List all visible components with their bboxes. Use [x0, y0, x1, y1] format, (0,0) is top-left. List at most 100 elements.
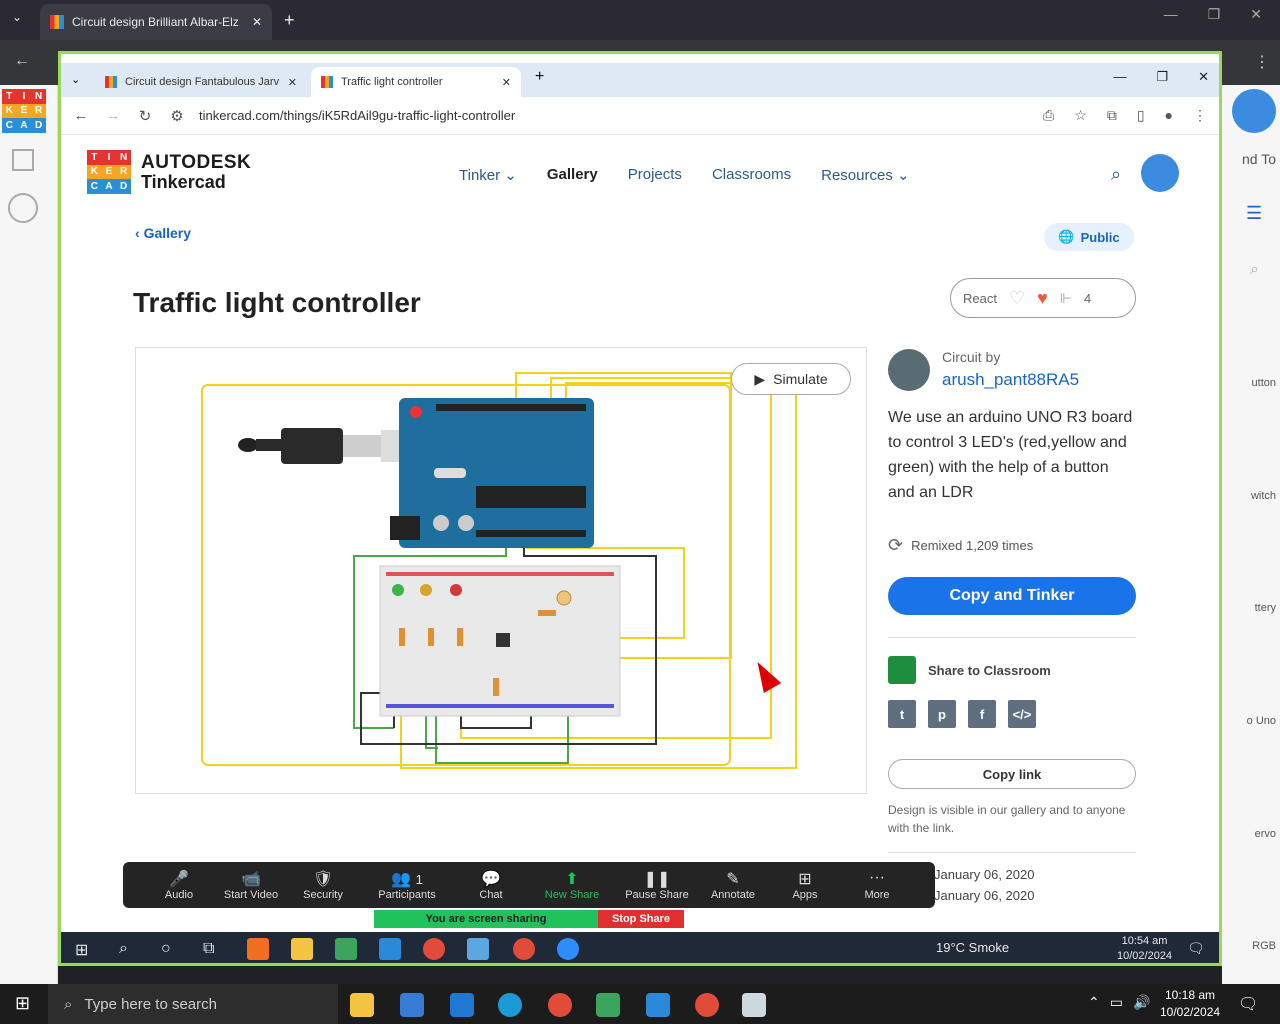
simulate-button[interactable]: ▶ Simulate — [731, 363, 851, 395]
clock[interactable]: 10:54 am 10/02/2024 — [1117, 934, 1172, 963]
volume-icon[interactable]: 🔊 — [1133, 994, 1150, 1011]
outer-tab[interactable]: Circuit design Brilliant Albar-Elz ✕ — [40, 4, 272, 40]
annotate-button[interactable]: ✎ Annotate — [697, 869, 769, 901]
file-explorer-icon[interactable] — [291, 938, 313, 960]
clock[interactable]: 10:18 am 10/02/2024 — [1160, 987, 1220, 1021]
minimize-icon[interactable]: — — [1164, 6, 1178, 23]
notifications-icon[interactable]: 🗨 — [1238, 994, 1258, 1014]
nav-classrooms[interactable]: Classrooms — [712, 166, 791, 184]
new-tab-button[interactable]: + — [284, 10, 295, 31]
sharing-status[interactable]: You are screen sharing — [374, 910, 598, 928]
component-label[interactable]: ervo — [1222, 828, 1280, 840]
maximize-icon[interactable]: ❐ — [1208, 6, 1221, 23]
tab-search-icon[interactable]: ⌄ — [12, 10, 22, 24]
profile-icon[interactable]: ● — [1165, 107, 1173, 124]
audio-button[interactable]: 🎤 Audio — [143, 869, 215, 901]
security-button[interactable]: 🛡 Security — [287, 869, 359, 901]
site-info-icon[interactable]: ⚙ — [161, 107, 193, 125]
component-label[interactable]: o Uno — [1222, 715, 1280, 727]
back-to-gallery-link[interactable]: ‹ Gallery — [135, 225, 191, 241]
heart-outline-icon[interactable]: ♡ — [1009, 288, 1025, 309]
chrome-icon[interactable] — [513, 938, 535, 960]
zoom-icon[interactable] — [557, 938, 579, 960]
component-label[interactable]: RGB — [1222, 940, 1280, 952]
facebook-icon[interactable]: f — [968, 700, 996, 728]
menu-icon[interactable]: ⋮ — [1254, 52, 1270, 72]
component-label[interactable]: witch — [1222, 490, 1280, 502]
weather[interactable]: 19°C Smoke — [936, 940, 1009, 955]
extensions-icon[interactable]: ⧉ — [1107, 107, 1117, 124]
nav-tinker[interactable]: Tinker ⌄ — [459, 166, 517, 184]
search-icon[interactable]: ⌕ — [119, 940, 128, 958]
embed-icon[interactable]: </> — [1008, 700, 1036, 728]
menu-icon[interactable]: ⋮ — [1193, 107, 1207, 124]
chrome-icon[interactable] — [695, 993, 719, 1017]
search-icon[interactable]: ⌕ — [1111, 164, 1121, 185]
cortana-icon[interactable]: ○ — [161, 940, 171, 958]
heart-icon[interactable]: ♥ — [1037, 288, 1048, 309]
more-button[interactable]: ··· More — [841, 869, 913, 901]
share-to-classroom[interactable]: Share to Classroom — [888, 656, 1051, 684]
mail-icon[interactable] — [450, 993, 474, 1017]
apps-button[interactable]: ⊞ Apps — [769, 869, 841, 901]
copy-and-tinker-button[interactable]: Copy and Tinker — [888, 577, 1136, 615]
inner-tab[interactable]: Circuit design Fantabulous Jarv ✕ — [95, 67, 307, 97]
twitter-icon[interactable]: t — [888, 700, 916, 728]
react-widget[interactable]: React ♡ ♥ ⊩ 4 — [950, 278, 1136, 318]
windows-start-icon[interactable]: ⊞ — [15, 993, 30, 1014]
start-video-button[interactable]: 📹 Start Video — [215, 869, 287, 901]
new-share-button[interactable]: ⬆ New Share — [527, 869, 617, 901]
caliper-icon[interactable]: ⊩ — [1060, 290, 1072, 307]
pinterest-icon[interactable]: p — [928, 700, 956, 728]
minimize-icon[interactable]: — — [1113, 69, 1126, 85]
fit-view-icon[interactable] — [8, 193, 38, 223]
taskbar-search[interactable]: ⌕ Type here to search — [48, 984, 338, 1024]
back-icon[interactable]: ← — [65, 107, 97, 124]
search-icon[interactable]: ⌕ — [1250, 261, 1259, 279]
bookmark-star-icon[interactable]: ☆ — [1074, 107, 1087, 124]
circuit-preview[interactable] — [135, 347, 867, 794]
chat-button[interactable]: 💬 Chat — [455, 869, 527, 901]
new-tab-button[interactable]: + — [535, 68, 544, 86]
author-link[interactable]: arush_pant88RA5 — [942, 370, 1079, 390]
close-icon[interactable]: ✕ — [502, 76, 511, 89]
avatar[interactable] — [1232, 89, 1276, 133]
app-icon[interactable] — [467, 938, 489, 960]
pause-share-button[interactable]: ❚❚ Pause Share — [617, 869, 697, 901]
inner-tab-active[interactable]: Traffic light controller ✕ — [311, 67, 521, 97]
vscode-icon[interactable] — [379, 938, 401, 960]
maximize-icon[interactable]: ❐ — [1156, 69, 1168, 85]
reload-icon[interactable]: ↻ — [129, 107, 161, 125]
store-icon[interactable] — [400, 993, 424, 1017]
forward-icon[interactable]: → — [97, 107, 129, 124]
vscode-icon[interactable] — [646, 993, 670, 1017]
component-label[interactable]: ttery — [1222, 602, 1280, 614]
notifications-icon[interactable]: 🗨 — [1187, 940, 1205, 957]
nav-resources[interactable]: Resources ⌄ — [821, 166, 909, 184]
chevron-up-icon[interactable]: ⌃ — [1088, 994, 1100, 1011]
file-explorer-icon[interactable] — [350, 993, 374, 1017]
app-icon[interactable] — [335, 938, 357, 960]
back-icon[interactable]: ← — [14, 52, 30, 70]
xampp-icon[interactable] — [247, 938, 269, 960]
chrome-icon[interactable] — [548, 993, 572, 1017]
copy-link-button[interactable]: Copy link — [888, 759, 1136, 789]
brand[interactable]: TIN KER CAD AUTODESK Tinkercad — [87, 150, 251, 194]
windows-start-icon[interactable]: ⊞ — [75, 940, 88, 960]
tab-search-icon[interactable]: ⌄ — [71, 73, 80, 86]
participants-button[interactable]: 👥 1 Participants — [359, 869, 455, 901]
nav-projects[interactable]: Projects — [628, 166, 682, 184]
app-icon[interactable] — [596, 993, 620, 1017]
close-icon[interactable]: ✕ — [1250, 6, 1262, 23]
address-bar[interactable]: tinkercad.com/things/iK5RdAil9gu-traffic… — [199, 108, 515, 123]
remote-desktop-icon[interactable] — [742, 993, 766, 1017]
nav-gallery[interactable]: Gallery — [547, 166, 598, 184]
sidebar-icon[interactable]: ▯ — [1137, 107, 1145, 124]
list-icon[interactable]: ☰ — [1246, 203, 1262, 224]
install-icon[interactable]: ⎙ — [1043, 107, 1054, 124]
stop-share-button[interactable]: Stop Share — [598, 910, 684, 928]
close-icon[interactable]: ✕ — [252, 15, 262, 29]
close-icon[interactable]: ✕ — [288, 76, 297, 89]
component-label[interactable]: utton — [1222, 377, 1280, 389]
avatar[interactable] — [888, 349, 930, 391]
